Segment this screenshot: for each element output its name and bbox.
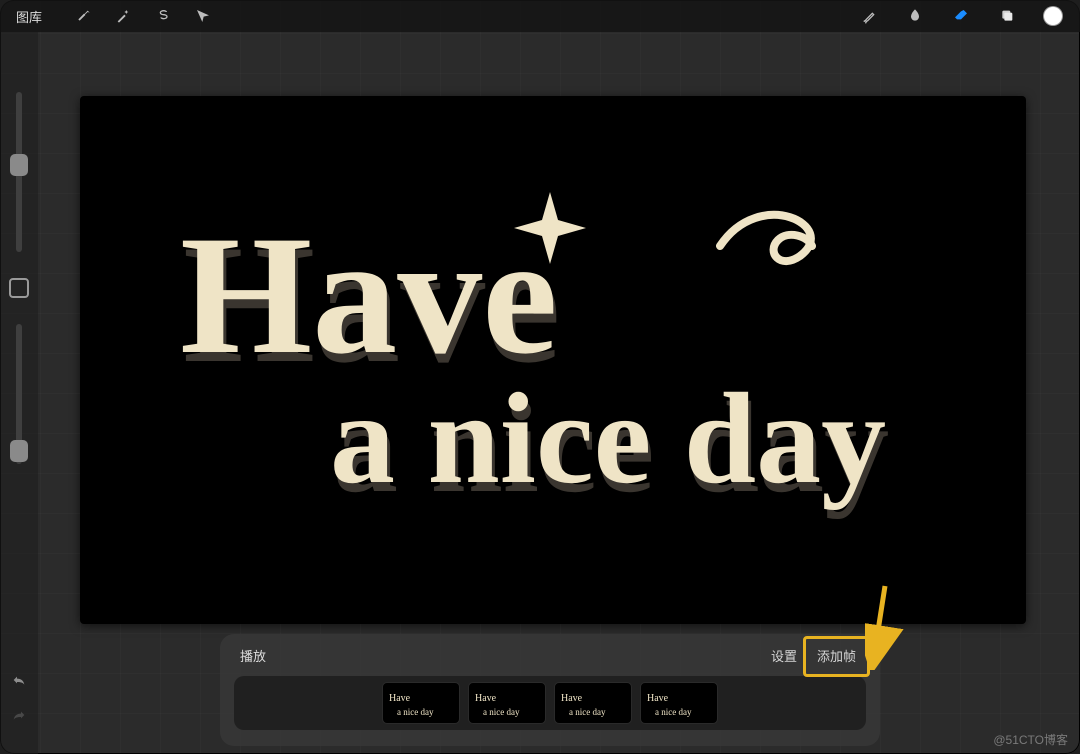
svg-text:a nice day: a nice day	[483, 707, 520, 717]
opacity-thumb[interactable]	[10, 440, 28, 462]
undo-icon[interactable]	[11, 674, 27, 695]
frame-strip[interactable]: Have a nice day Have a nice day Have a nice…	[234, 676, 866, 730]
brush-size-slider[interactable]	[16, 92, 22, 252]
brush-icon[interactable]	[852, 1, 886, 31]
canvas[interactable]: Have a nice day Have a nice day	[80, 96, 1026, 624]
selection-s-icon[interactable]	[148, 1, 178, 31]
frame-thumb[interactable]: Have a nice day	[640, 682, 718, 724]
canvas-artwork: Have a nice day Have a nice day	[80, 96, 1026, 624]
wrench-icon[interactable]	[68, 1, 98, 31]
add-frame-button[interactable]: 添加帧	[807, 640, 866, 671]
frame-thumb[interactable]: Have a nice day	[382, 682, 460, 724]
opacity-slider[interactable]	[16, 324, 22, 464]
play-button[interactable]: 播放	[234, 642, 272, 669]
svg-text:Have: Have	[647, 693, 669, 704]
gallery-button[interactable]: 图库	[10, 3, 48, 30]
eraser-icon[interactable]	[944, 1, 978, 31]
frame-thumb[interactable]: Have a nice day	[554, 682, 632, 724]
swirl-stroke	[720, 215, 812, 261]
svg-text:Have: Have	[561, 693, 583, 704]
smudge-icon[interactable]	[898, 1, 932, 31]
app-root: { "titlebar": { "gallery_label": "图库" },…	[0, 0, 1080, 754]
layers-icon[interactable]	[990, 1, 1024, 31]
svg-text:a nice day: a nice day	[569, 707, 606, 717]
wand-icon[interactable]	[108, 1, 138, 31]
ink-line2: a nice day	[330, 367, 886, 511]
move-arrow-icon[interactable]	[188, 1, 218, 31]
left-side-rail	[0, 32, 38, 754]
modify-button[interactable]	[9, 278, 29, 298]
color-swatch[interactable]	[1036, 1, 1070, 31]
animation-timeline: 播放 设置 添加帧 Have a nice day Have a nice day …	[220, 634, 880, 746]
redo-icon[interactable]	[11, 709, 27, 730]
title-bar: 图库	[0, 0, 1080, 32]
ink-line1: Have	[180, 201, 558, 389]
brush-size-thumb[interactable]	[10, 154, 28, 176]
svg-text:a nice day: a nice day	[397, 707, 434, 717]
svg-text:Have: Have	[475, 693, 497, 704]
svg-text:Have: Have	[389, 693, 411, 704]
svg-text:a nice day: a nice day	[655, 707, 692, 717]
frame-thumb[interactable]: Have a nice day	[468, 682, 546, 724]
watermark-text: @51CTO博客	[993, 731, 1068, 748]
settings-button[interactable]: 设置	[761, 640, 807, 671]
